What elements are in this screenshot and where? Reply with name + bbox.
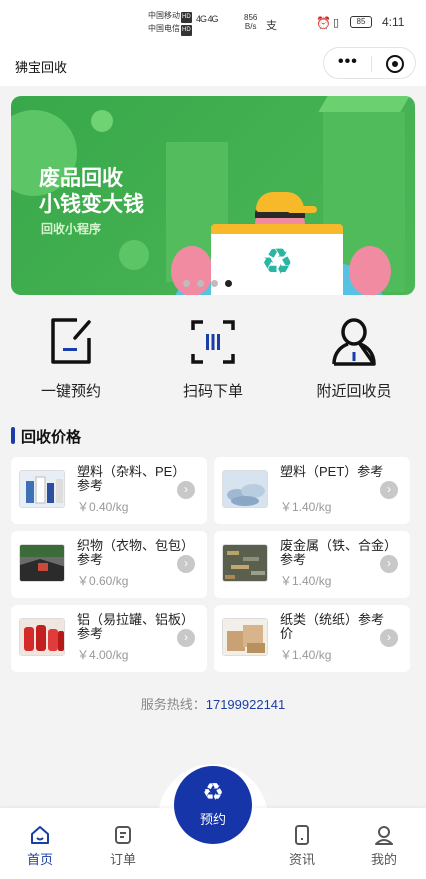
thumb-plastic bbox=[19, 470, 65, 508]
battery-icon: 85 bbox=[350, 16, 372, 28]
tab-mine[interactable]: 我的 bbox=[359, 824, 409, 868]
hotline-label: 服务热线： bbox=[140, 697, 206, 712]
banner-title-line2: 小钱变大钱 bbox=[39, 193, 144, 216]
more-button[interactable]: ••• bbox=[338, 53, 358, 71]
chevron-right-icon[interactable]: › bbox=[380, 629, 398, 647]
price-item-name: 塑料（杂料、PE）参考 bbox=[77, 464, 186, 493]
network-speed: 856 B/s bbox=[244, 13, 258, 31]
alarm-icon: ⏰ bbox=[316, 16, 331, 30]
banner-subtitle: 回收小程序 bbox=[41, 222, 102, 236]
chevron-right-icon[interactable]: › bbox=[177, 481, 195, 499]
hotline-number[interactable]: 17199922141 bbox=[206, 697, 286, 712]
price-card[interactable]: 铝（易拉罐、铝板）参考 ￥4.00/kg › bbox=[11, 605, 207, 672]
carousel-dot-active[interactable] bbox=[225, 280, 232, 287]
price-card[interactable]: 塑料（PET）参考 ￥1.40/kg › bbox=[214, 457, 410, 524]
price-item-name: 纸类（统纸）参考价 bbox=[280, 612, 385, 641]
price-item-price: ￥4.00/kg bbox=[77, 648, 129, 662]
carousel-dot[interactable] bbox=[197, 280, 204, 287]
thumb-cardboard bbox=[222, 618, 268, 656]
user-icon bbox=[373, 824, 395, 846]
quick-action-label: 附近回收员 bbox=[316, 383, 392, 400]
thumb-scrap-metal bbox=[222, 544, 268, 582]
recycle-icon: ♻ bbox=[261, 241, 294, 282]
edit-square-icon bbox=[47, 316, 95, 368]
thumb-clothes bbox=[19, 544, 65, 582]
decor-circle bbox=[119, 240, 149, 270]
alipay-icon: 支 bbox=[266, 20, 277, 32]
chevron-right-icon[interactable]: › bbox=[380, 555, 398, 573]
capsule-divider bbox=[371, 56, 372, 72]
hd-badge: HD bbox=[181, 25, 192, 36]
price-item-price: ￥0.60/kg bbox=[77, 574, 129, 588]
carrier-1: 中国移动 bbox=[148, 11, 180, 20]
price-item-name: 铝（易拉罐、铝板）参考 bbox=[77, 612, 188, 641]
tab-label: 我的 bbox=[370, 852, 397, 867]
phone-icon bbox=[291, 824, 313, 846]
section-title-recycle-price: 回收价格 bbox=[11, 426, 81, 447]
tab-label: 资讯 bbox=[288, 852, 315, 867]
vibrate-icon: ▯ bbox=[333, 17, 340, 29]
price-item-price: ￥1.40/kg bbox=[280, 574, 332, 588]
price-item-name: 织物（衣物、包包）参考 bbox=[77, 538, 188, 567]
service-hotline: 服务热线：17199922141 bbox=[0, 694, 426, 713]
page-title: 狒宝回收 bbox=[15, 60, 68, 75]
price-item-price: ￥0.40/kg bbox=[77, 500, 129, 514]
order-list-icon bbox=[112, 824, 134, 846]
price-card[interactable]: 织物（衣物、包包）参考 ￥0.60/kg › bbox=[11, 531, 207, 598]
quick-action-reserve[interactable]: 一键预约 bbox=[11, 316, 131, 401]
carousel-indicator bbox=[183, 274, 239, 292]
chevron-right-icon[interactable]: › bbox=[177, 629, 195, 647]
price-item-price: ￥1.40/kg bbox=[280, 648, 332, 662]
tab-home[interactable]: 首页 bbox=[15, 824, 65, 868]
illustration-arm bbox=[349, 246, 391, 295]
home-icon bbox=[29, 824, 51, 846]
chevron-right-icon[interactable]: › bbox=[380, 481, 398, 499]
quick-action-label: 扫码下单 bbox=[182, 383, 243, 400]
recycle-icon: ♻ bbox=[202, 779, 224, 806]
signal-icon: 4G 4G bbox=[196, 14, 218, 24]
thumb-cans bbox=[19, 618, 65, 656]
quick-action-nearby-collector[interactable]: 附近回收员 bbox=[294, 316, 414, 401]
carrier-info: 中国移动 HD 中国电信 HD bbox=[148, 10, 192, 36]
close-miniprogram-icon[interactable] bbox=[386, 55, 404, 73]
price-card[interactable]: 纸类（统纸）参考价 ￥1.40/kg › bbox=[214, 605, 410, 672]
tab-news[interactable]: 资讯 bbox=[277, 824, 327, 868]
carousel-dot[interactable] bbox=[211, 280, 218, 287]
banner-carousel[interactable]: 废品回收 小钱变大钱 回收小程序 ♻ bbox=[11, 96, 415, 295]
reserve-fab-button[interactable]: ♻ 预约 bbox=[174, 766, 252, 844]
price-item-price: ￥1.40/kg bbox=[280, 500, 332, 514]
thumb-pet bbox=[222, 470, 268, 508]
price-item-name: 废金属（铁、合金）参考 bbox=[280, 538, 391, 567]
tab-label: 首页 bbox=[26, 852, 53, 867]
status-bar: 中国移动 HD 中国电信 HD 4G 4G 856 B/s 支 ⏰ ▯ 85 4:1… bbox=[0, 0, 426, 46]
quick-action-label: 一键预约 bbox=[40, 383, 101, 400]
price-card[interactable]: 废金属（铁、合金）参考 ￥1.40/kg › bbox=[214, 531, 410, 598]
status-time: 4:11 bbox=[382, 15, 405, 29]
tab-orders[interactable]: 订单 bbox=[98, 824, 148, 868]
illustration-cap-brim bbox=[287, 206, 317, 213]
price-item-name: 塑料（PET）参考 bbox=[280, 464, 384, 479]
carrier-2: 中国电信 bbox=[148, 24, 180, 33]
tab-label: 订单 bbox=[109, 852, 136, 867]
scan-icon bbox=[189, 316, 237, 368]
quick-action-scan[interactable]: 扫码下单 bbox=[153, 316, 273, 401]
price-card[interactable]: 塑料（杂料、PE）参考 ￥0.40/kg › bbox=[11, 457, 207, 524]
fab-label: 预约 bbox=[199, 812, 226, 827]
decor-circle bbox=[91, 110, 113, 132]
hd-badge: HD bbox=[181, 12, 192, 23]
nav-bar: 狒宝回收 ••• bbox=[0, 46, 426, 86]
person-icon bbox=[330, 316, 378, 368]
chevron-right-icon[interactable]: › bbox=[177, 555, 195, 573]
carousel-dot[interactable] bbox=[183, 280, 190, 287]
miniprogram-capsule: ••• bbox=[323, 47, 416, 79]
